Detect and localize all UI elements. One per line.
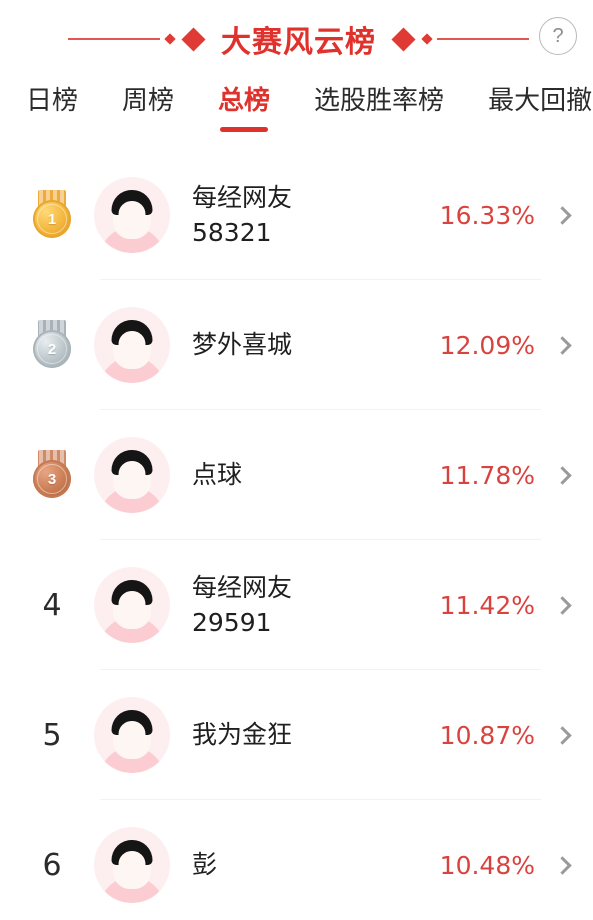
user-name-line1: 每经网友 <box>192 572 293 602</box>
tab-1[interactable]: 周榜 <box>122 78 174 118</box>
rank-number: 4 <box>42 587 62 623</box>
user-name-line1: 梦外喜城 <box>192 330 293 360</box>
user-name-line1: 我为金狂 <box>192 720 293 750</box>
user-name-line2: 29591 <box>192 608 272 637</box>
avatar-hair <box>111 320 153 347</box>
active-tab-underline <box>220 127 269 132</box>
avatar-hair <box>111 190 153 217</box>
chevron-right-icon[interactable] <box>551 198 573 232</box>
leaderboard-row[interactable]: 6 彭 10.48% <box>0 800 593 920</box>
chevron-right-icon[interactable] <box>551 458 573 492</box>
silver-medal-icon: 2 <box>30 320 74 370</box>
avatar <box>94 827 170 903</box>
gold-medal-icon: 1 <box>30 190 74 240</box>
bronze-medal-icon: 3 <box>30 450 74 500</box>
diamond-large-icon <box>181 26 206 52</box>
tab-label: 日榜 <box>26 86 79 116</box>
diamond-decoration-right <box>390 26 529 52</box>
medal-number: 2 <box>33 330 71 368</box>
return-value: 11.42% <box>439 590 535 620</box>
diamond-large-icon <box>391 26 416 52</box>
rank-cell: 1 <box>26 190 78 240</box>
diamond-small-icon <box>164 33 176 45</box>
leaderboard-row[interactable]: 2 梦外喜城 12.09% <box>0 280 593 410</box>
avatar <box>94 437 170 513</box>
user-name-line2: 58321 <box>192 218 272 247</box>
avatar-hair <box>111 840 153 867</box>
avatar-hair <box>111 450 153 477</box>
medal-number: 3 <box>33 460 71 498</box>
tab-4[interactable]: 最大回撤 <box>488 78 592 118</box>
chevron-right-icon[interactable] <box>551 588 573 622</box>
user-name: 彭 <box>192 847 440 883</box>
avatar <box>94 177 170 253</box>
return-value: 16.33% <box>439 200 535 230</box>
tab-3[interactable]: 选股胜率榜 <box>314 78 444 118</box>
user-name: 每经网友 29591 <box>192 570 440 641</box>
leaderboard-page: 大赛风云榜 ? 日榜 周榜 总榜 选股胜率榜 最大回撤 1 每经网友 58321 16.33%… <box>0 0 593 920</box>
decoration-line <box>437 38 529 40</box>
avatar <box>94 697 170 773</box>
tab-0[interactable]: 日榜 <box>26 78 78 118</box>
avatar-hair <box>111 580 153 607</box>
user-name-line1: 点球 <box>192 460 243 490</box>
tab-2[interactable]: 总榜 <box>218 78 271 132</box>
chevron-right-icon[interactable] <box>551 848 573 882</box>
rank-number: 5 <box>42 717 62 753</box>
chevron-right-icon[interactable] <box>551 718 573 752</box>
decoration-line <box>68 38 160 40</box>
user-name-line1: 彭 <box>192 850 218 880</box>
user-name-line1: 每经网友 <box>192 182 293 212</box>
user-name: 梦外喜城 <box>192 327 440 363</box>
leaderboard-row[interactable]: 3 点球 11.78% <box>0 410 593 540</box>
rank-cell: 3 <box>26 450 78 500</box>
rank-number: 6 <box>42 847 62 883</box>
tab-label: 周榜 <box>122 86 175 116</box>
diamond-decoration-left <box>68 26 207 52</box>
return-value: 10.87% <box>439 720 535 750</box>
rank-cell: 2 <box>26 320 78 370</box>
leaderboard-list: 1 每经网友 58321 16.33% 2 梦外喜城 12.09% 3 点球 11.78% 4 每经网… <box>0 150 593 920</box>
page-title: 大赛风云榜 <box>221 25 376 60</box>
avatar <box>94 567 170 643</box>
help-icon[interactable]: ? <box>539 17 577 55</box>
page-header: 大赛风云榜 ? <box>0 0 593 78</box>
tab-bar: 日榜 周榜 总榜 选股胜率榜 最大回撤 <box>0 78 593 150</box>
rank-cell: 6 <box>26 848 78 883</box>
tab-label: 总榜 <box>218 86 271 116</box>
diamond-small-icon <box>421 33 433 45</box>
leaderboard-row[interactable]: 4 每经网友 29591 11.42% <box>0 540 593 670</box>
tab-label: 选股胜率榜 <box>314 86 445 116</box>
return-value: 12.09% <box>439 330 535 360</box>
avatar <box>94 307 170 383</box>
title-with-decoration: 大赛风云榜 <box>0 17 593 61</box>
user-name: 每经网友 58321 <box>192 180 440 251</box>
avatar-hair <box>111 710 153 737</box>
medal-number: 1 <box>33 200 71 238</box>
rank-cell: 4 <box>26 588 78 623</box>
return-value: 10.48% <box>439 850 535 880</box>
tab-label: 最大回撤 <box>488 86 593 116</box>
chevron-right-icon[interactable] <box>551 328 573 362</box>
leaderboard-row[interactable]: 5 我为金狂 10.87% <box>0 670 593 800</box>
rank-cell: 5 <box>26 718 78 753</box>
user-name: 我为金狂 <box>192 717 440 753</box>
return-value: 11.78% <box>439 460 535 490</box>
leaderboard-row[interactable]: 1 每经网友 58321 16.33% <box>0 150 593 280</box>
user-name: 点球 <box>192 457 440 493</box>
